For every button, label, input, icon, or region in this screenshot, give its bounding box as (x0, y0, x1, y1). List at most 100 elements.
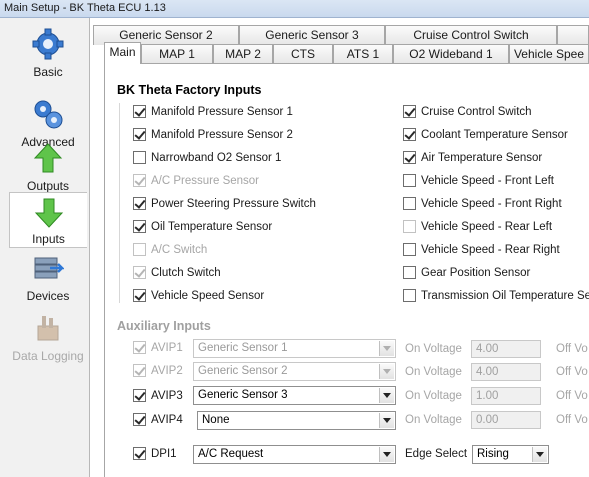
checkbox-vss[interactable] (133, 289, 146, 302)
checkbox-coolant-temp[interactable] (403, 128, 416, 141)
nav-item-devices[interactable]: Devices (9, 248, 87, 304)
nav-label-outputs: Outputs (26, 179, 70, 193)
avip4-sensor-value: None (202, 414, 230, 426)
edge-select-value: Rising (477, 448, 509, 460)
nav-item-basic[interactable]: Basic (9, 24, 87, 80)
label-ac-pressure: A/C Pressure Sensor (151, 175, 260, 187)
label-clutch-switch: Clutch Switch (151, 267, 221, 279)
label-vs-rear-left: Vehicle Speed - Rear Left (421, 221, 553, 233)
label-vss: Vehicle Speed Sensor (151, 290, 265, 302)
avip3-on-voltage-input: 1.00 (471, 387, 541, 405)
avip2-on-voltage-value: 4.00 (476, 366, 499, 378)
label-vs-rear-right: Vehicle Speed - Rear Right (421, 244, 560, 256)
checkbox-avip4[interactable] (133, 413, 146, 426)
avip1-sensor-select: Generic Sensor 1 (193, 339, 396, 358)
tab-overflow[interactable] (557, 25, 589, 45)
chevron-down-icon[interactable] (379, 413, 394, 428)
avip3-on-voltage-label: On Voltage (405, 390, 462, 402)
nav-item-inputs[interactable]: Inputs (9, 192, 87, 248)
label-avip2: AVIP2 (151, 365, 183, 377)
avip4-off-voltage-label: Off Vo (556, 414, 588, 426)
group-divider (119, 103, 120, 303)
checkbox-oil-temp[interactable] (133, 220, 146, 233)
dpi1-function-value: A/C Request (198, 448, 264, 460)
sidebar-nav: Basic Advanced Outputs Inputs Devices Da… (0, 18, 90, 477)
gear-icon (32, 28, 64, 60)
label-gear-position: Gear Position Sensor (421, 267, 531, 279)
arrow-up-icon (33, 143, 63, 173)
avip2-sensor-value: Generic Sensor 2 (198, 365, 288, 377)
edge-select-dropdown[interactable]: Rising (472, 445, 549, 464)
avip1-on-voltage-label: On Voltage (405, 343, 462, 355)
chevron-down-icon[interactable] (532, 447, 547, 462)
checkbox-clutch-switch (133, 266, 146, 279)
checkbox-narrowband-o2[interactable] (133, 151, 146, 164)
avip3-sensor-value: Generic Sensor 3 (198, 389, 288, 401)
tab-main[interactable]: Main (104, 42, 141, 64)
checkbox-vs-front-left[interactable] (403, 174, 416, 187)
checkbox-air-temp[interactable] (403, 151, 416, 164)
edge-select-label: Edge Select (405, 448, 468, 460)
label-map-sensor-2: Manifold Pressure Sensor 2 (151, 129, 293, 141)
label-ac-switch: A/C Switch (151, 244, 208, 256)
checkbox-avip1 (133, 341, 146, 354)
nav-label-data-logging: Data Logging (12, 349, 84, 363)
tab-map-1[interactable]: MAP 1 (141, 44, 213, 64)
label-air-temp: Air Temperature Sensor (421, 152, 543, 164)
tab-map-2[interactable]: MAP 2 (213, 44, 273, 64)
avip2-off-voltage-label: Off Vo (556, 366, 588, 378)
tab-vehicle-speed[interactable]: Vehicle Spee (509, 44, 589, 64)
avip1-sensor-value: Generic Sensor 1 (198, 342, 288, 354)
avip1-on-voltage-input: 4.00 (471, 340, 541, 358)
checkbox-ac-pressure (133, 174, 146, 187)
chevron-down-icon[interactable] (379, 388, 394, 403)
label-vs-front-right: Vehicle Speed - Front Right (421, 198, 562, 210)
chevron-down-icon[interactable] (379, 447, 394, 462)
checkbox-avip2 (133, 364, 146, 377)
checkbox-dpi1[interactable] (133, 447, 146, 460)
title-bar: Main Setup - BK Theta ECU 1.13 (0, 0, 589, 18)
nav-item-data-logging[interactable]: Data Logging (9, 308, 87, 364)
factory-inputs-title: BK Theta Factory Inputs (117, 83, 262, 97)
tab-ats-1[interactable]: ATS 1 (333, 44, 393, 64)
checkbox-trans-oil-temp[interactable] (403, 289, 416, 302)
tab-generic-sensor-3[interactable]: Generic Sensor 3 (239, 25, 385, 45)
tab-cts[interactable]: CTS (273, 44, 333, 64)
avip1-off-voltage-label: Off Vo (556, 343, 588, 355)
checkbox-gear-position[interactable] (403, 266, 416, 279)
dpi1-function-select[interactable]: A/C Request (193, 445, 396, 464)
avip2-on-voltage-input: 4.00 (471, 363, 541, 381)
label-coolant-temp: Coolant Temperature Sensor (421, 129, 568, 141)
checkbox-vs-front-right[interactable] (403, 197, 416, 210)
checkbox-avip3[interactable] (133, 389, 146, 402)
arrow-down-icon (34, 198, 64, 228)
nav-item-outputs[interactable]: Outputs (9, 138, 87, 194)
tab-o2-wideband-1[interactable]: O2 Wideband 1 (393, 44, 509, 64)
label-avip1: AVIP1 (151, 342, 183, 354)
checkbox-map-sensor-2[interactable] (133, 128, 146, 141)
avip2-on-voltage-label: On Voltage (405, 366, 462, 378)
devices-icon (34, 257, 64, 279)
label-map-sensor-1: Manifold Pressure Sensor 1 (151, 106, 293, 118)
chevron-down-icon (379, 364, 394, 379)
avip2-sensor-select: Generic Sensor 2 (193, 362, 396, 381)
label-cruise-control: Cruise Control Switch (421, 106, 532, 118)
label-narrowband-o2: Narrowband O2 Sensor 1 (151, 152, 282, 164)
checkbox-map-sensor-1[interactable] (133, 105, 146, 118)
nav-label-devices: Devices (26, 289, 70, 303)
avip4-on-voltage-value: 0.00 (476, 414, 499, 426)
checkbox-vs-rear-right[interactable] (403, 243, 416, 256)
tab-cruise-control-switch[interactable]: Cruise Control Switch (385, 25, 557, 45)
label-avip3: AVIP3 (151, 390, 183, 402)
nav-label-inputs: Inputs (32, 232, 65, 246)
avip4-sensor-select[interactable]: None (197, 411, 396, 430)
nav-label-basic: Basic (33, 65, 63, 79)
chevron-down-icon (379, 341, 394, 356)
avip1-on-voltage-value: 4.00 (476, 343, 499, 355)
checkbox-power-steering[interactable] (133, 197, 146, 210)
avip4-on-voltage-input: 0.00 (471, 411, 541, 429)
avip3-on-voltage-value: 1.00 (476, 390, 499, 402)
avip3-sensor-select[interactable]: Generic Sensor 3 (193, 386, 396, 405)
checkbox-cruise-control[interactable] (403, 105, 416, 118)
aux-inputs-title: Auxiliary Inputs (117, 319, 211, 333)
